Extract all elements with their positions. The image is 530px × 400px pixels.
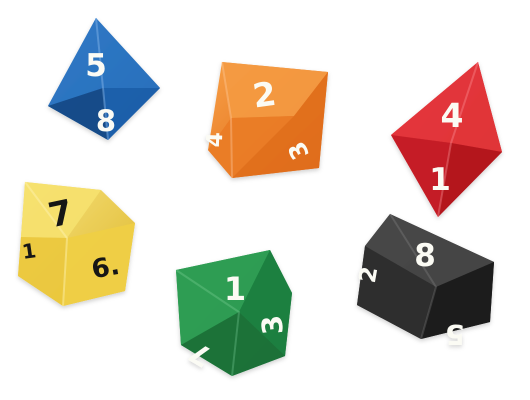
red-die-number-bottom: 1	[429, 162, 451, 198]
orange-die-number-left: 4	[203, 132, 229, 148]
orange-die: 2 4 3	[203, 61, 328, 179]
green-die-number-right: 3	[255, 314, 290, 336]
black-die-number-right: 5	[445, 318, 464, 351]
blue-die-number-top: 5	[85, 48, 107, 84]
black-die-number-top: 8	[414, 238, 436, 274]
green-die-number-top: 1	[224, 270, 246, 308]
green-die: 1 7 3	[175, 250, 292, 377]
red-die-number-top: 4	[441, 96, 464, 135]
yellow-die-number-right: 6.	[89, 251, 122, 285]
blue-die-number-bottom: 8	[96, 104, 116, 138]
dice-photo-scene: 5 8 2 4 3 4 1 7 6. 1 1 7 3 8 2 5	[0, 0, 530, 400]
